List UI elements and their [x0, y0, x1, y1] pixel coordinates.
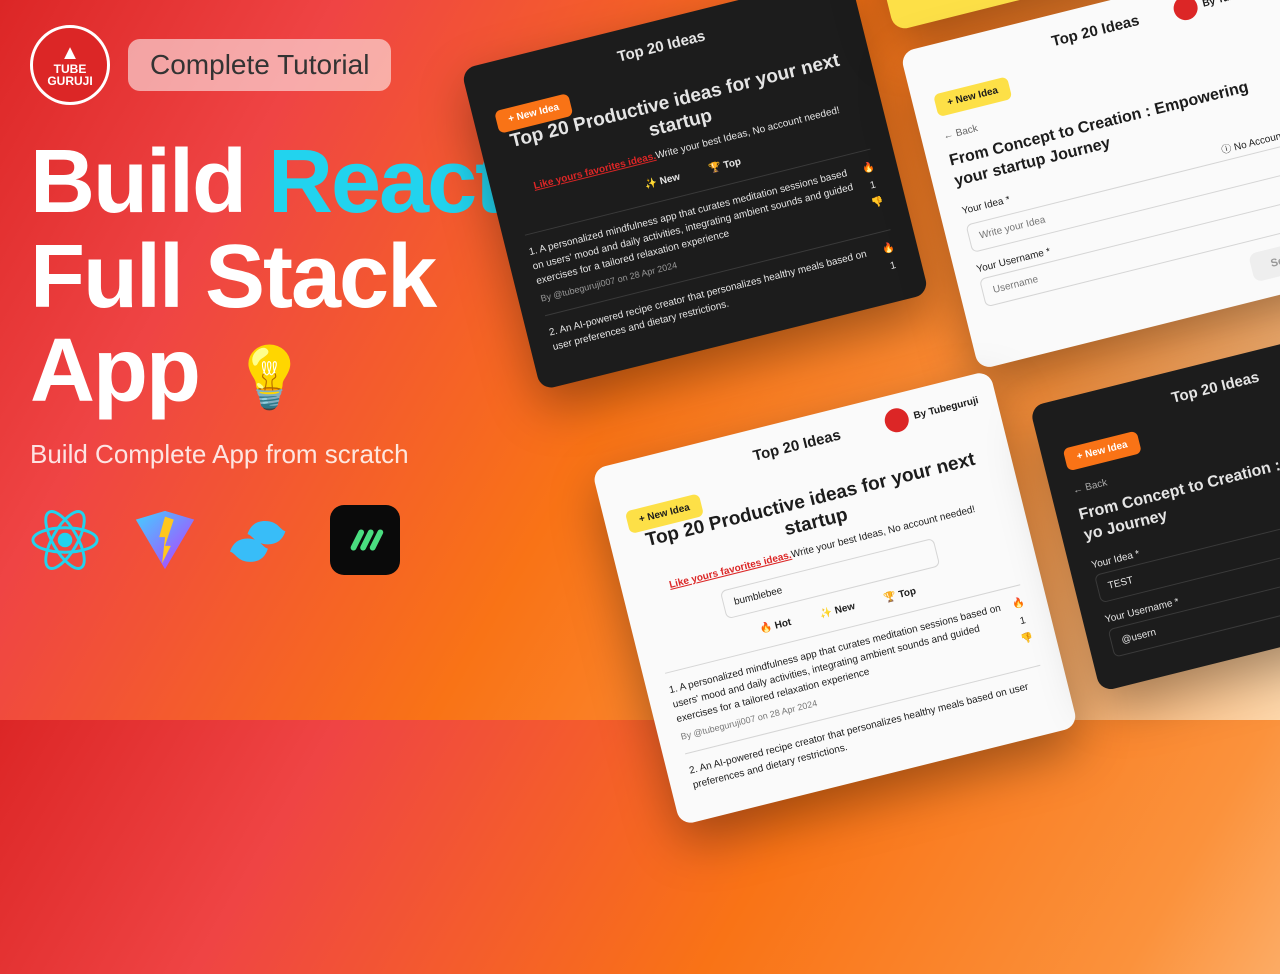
title-app: App	[30, 321, 199, 421]
lightbulb-icon: 💡	[232, 344, 305, 411]
mini-logo-icon	[882, 406, 911, 435]
react-icon	[30, 505, 100, 575]
tag-new[interactable]: ✨ New	[808, 595, 866, 625]
card-header: Top 20 Ideas	[1055, 340, 1280, 435]
vote-col[interactable]: 🔥1	[881, 240, 901, 275]
hyper-icon	[330, 505, 400, 575]
tag-top[interactable]: 🏆 Top	[697, 151, 752, 180]
card-dark-form: Top 20 Ideas + New Idea ← Back From Conc…	[1029, 317, 1280, 691]
card-light-ideas: By Tubeguruji Top 20 Ideas + New Idea To…	[592, 370, 1079, 825]
logo-line2: GURUJI	[47, 75, 92, 87]
tailwind-icon	[230, 505, 300, 575]
play-icon: ▲	[60, 43, 80, 63]
fire-icon: 🔥	[861, 159, 877, 177]
send-button[interactable]: Send ➤	[1248, 235, 1280, 282]
card-dark-ideas: Top 20 Ideas + New Idea Top 20 Productiv…	[461, 0, 929, 391]
vote-col[interactable]: 🔥1👎	[1011, 595, 1038, 659]
title-build: Build	[30, 132, 268, 232]
title-fullstack: Full Stack	[30, 227, 435, 327]
by-tubeguruji: By Tubeguruji	[1171, 0, 1270, 23]
cards-area: Top 20 Ideas + New Idea Top 20 Productiv…	[372, 0, 1280, 974]
tutorial-badge: Complete Tutorial	[128, 39, 391, 91]
vote-col[interactable]: 🔥1👎	[861, 159, 888, 223]
vite-icon	[130, 505, 200, 575]
fire-icon: 🔥	[1011, 595, 1027, 613]
tag-hot[interactable]: 🔥 Hot	[748, 611, 802, 640]
tag-new[interactable]: ✨ New	[633, 166, 691, 196]
card-light-form: By Tubeguruji Top 20 Ideas + New Idea ← …	[900, 0, 1280, 369]
by-tubeguruji: By Tubeguruji	[882, 388, 981, 435]
tag-top[interactable]: 🏆 Top	[872, 580, 927, 609]
mini-logo-icon	[1171, 0, 1200, 23]
fire-icon: 🔥	[881, 240, 897, 258]
logo-badge: ▲ TUBE GURUJI	[30, 25, 110, 105]
tech-row	[30, 505, 510, 575]
subtitle: Build Complete App from scratch	[30, 439, 510, 470]
